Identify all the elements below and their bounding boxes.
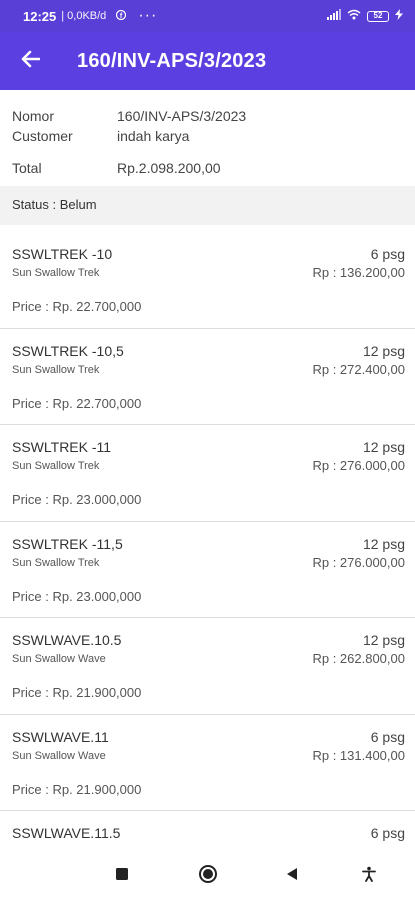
list-item[interactable]: SSWLWAVE.11 6 psg Sun Swallow Wave Rp : … <box>0 715 415 811</box>
recents-button[interactable] <box>109 863 135 889</box>
item-price: Price : Rp. 21.900,000 <box>12 685 142 700</box>
back-icon <box>285 867 299 886</box>
item-name: Sun Swallow Trek <box>12 556 100 569</box>
customer-value: indah karya <box>117 128 190 144</box>
item-qty: 12 psg <box>362 632 405 648</box>
item-code: SSWLWAVE.10.5 <box>12 632 122 648</box>
item-amount: Rp : 262.800,00 <box>312 651 405 666</box>
item-amount: Rp : 136.200,00 <box>312 265 405 280</box>
item-name: Sun Swallow Trek <box>12 363 100 376</box>
item-code: SSWLTREK -10 <box>12 246 113 262</box>
customer-row: Customer indah karya <box>12 128 189 144</box>
total-row: Total Rp.2.098.200,00 <box>12 160 221 176</box>
wifi-icon <box>347 9 361 23</box>
item-price: Price : Rp. 22.700,000 <box>12 299 142 314</box>
invoice-header: Nomor 160/INV-APS/3/2023 Customer indah … <box>0 90 415 182</box>
item-name: Sun Swallow Wave <box>12 653 106 665</box>
status-bar-label: Status : Belum <box>0 186 415 225</box>
back-nav-button[interactable] <box>279 863 305 889</box>
list-item[interactable]: SSWLTREK -10 6 psg Sun Swallow Trek Rp :… <box>0 232 415 329</box>
item-amount: Rp : 276.000,00 <box>312 458 405 473</box>
nomor-label: Nomor <box>12 108 55 124</box>
item-price: Price : Rp. 21.900,000 <box>12 781 142 797</box>
page-title: 160/INV-APS/3/2023 <box>77 49 267 72</box>
item-code: SSWLWAVE.11.5 <box>12 825 121 841</box>
item-qty: 12 psg <box>362 342 405 359</box>
list-item[interactable]: SSWLWAVE.10.5 12 psg Sun Swallow Wave Rp… <box>0 618 415 715</box>
item-qty: 6 psg <box>370 728 405 745</box>
system-nav-bar <box>0 851 415 900</box>
nomor-value: 160/INV-APS/3/2023 <box>117 108 247 124</box>
status-text: Status : Belum <box>12 197 97 212</box>
list-item[interactable]: SSWLTREK -11 12 psg Sun Swallow Trek Rp … <box>0 425 415 522</box>
item-price: Price : Rp. 23.000,000 <box>12 588 142 604</box>
total-value: Rp.2.098.200,00 <box>117 160 221 176</box>
more-notifications-icon: ··· <box>138 7 158 24</box>
status-bar: 12:25 | 0,0KB/d f ··· 52 <box>0 0 415 32</box>
item-price: Price : Rp. 22.700,000 <box>12 395 142 411</box>
item-code: SSWLTREK -11,5 <box>12 535 123 552</box>
item-name: Sun Swallow Trek <box>12 460 100 472</box>
list-item[interactable]: SSWLTREK -11,5 12 psg Sun Swallow Trek R… <box>0 522 415 618</box>
battery-icon: 52 <box>367 10 389 22</box>
total-label: Total <box>12 160 42 176</box>
signal-icon <box>327 9 341 23</box>
list-item[interactable]: SSWLTREK -10,5 12 psg Sun Swallow Trek R… <box>0 329 415 425</box>
home-button[interactable] <box>195 863 221 889</box>
item-code: SSWLWAVE.11 <box>12 728 109 745</box>
item-name: Sun Swallow Trek <box>12 267 100 279</box>
item-qty: 12 psg <box>362 439 405 455</box>
item-code: SSWLTREK -11 <box>12 439 112 455</box>
arrow-left-icon <box>20 50 41 73</box>
item-name: Sun Swallow Wave <box>12 749 106 762</box>
home-icon <box>198 864 218 889</box>
customer-label: Customer <box>12 128 73 144</box>
nomor-row: Nomor 160/INV-APS/3/2023 <box>12 108 246 124</box>
item-list: SSWLTREK -10 6 psg Sun Swallow Trek Rp :… <box>0 232 415 900</box>
item-price: Price : Rp. 23.000,000 <box>12 492 142 507</box>
recents-icon <box>115 867 129 886</box>
item-qty: 6 psg <box>370 825 405 841</box>
facebook-notification-icon: f <box>116 7 127 25</box>
status-time: 12:25 <box>23 8 57 24</box>
item-amount: Rp : 131.400,00 <box>312 747 405 763</box>
item-code: SSWLTREK -10,5 <box>12 342 124 359</box>
back-button[interactable] <box>0 32 60 90</box>
item-qty: 6 psg <box>370 246 405 262</box>
item-qty: 12 psg <box>362 535 405 552</box>
item-amount: Rp : 276.000,00 <box>312 554 405 570</box>
app-bar: 160/INV-APS/3/2023 <box>0 32 415 90</box>
charging-icon <box>395 9 403 23</box>
accessibility-button[interactable] <box>356 863 382 889</box>
accessibility-icon <box>361 866 377 887</box>
item-amount: Rp : 272.400,00 <box>312 361 405 377</box>
status-net-speed: | 0,0KB/d <box>61 10 107 22</box>
